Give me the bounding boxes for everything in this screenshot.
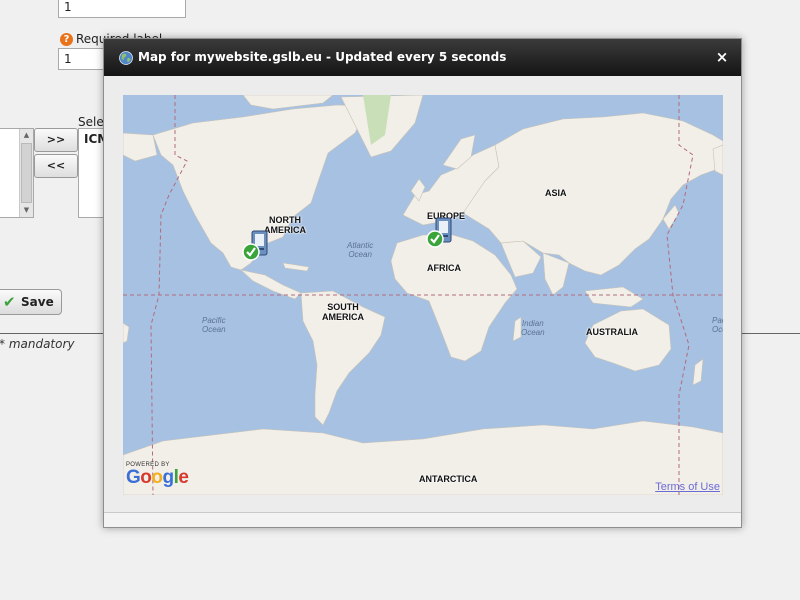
label-australia: AUSTRALIA bbox=[586, 327, 638, 337]
server-status-marker[interactable] bbox=[425, 217, 457, 249]
scroll-thumb[interactable] bbox=[21, 143, 32, 203]
checkmark-icon: ✔ bbox=[3, 293, 16, 311]
label-africa: AFRICA bbox=[427, 263, 461, 273]
label-asia: ASIA bbox=[545, 188, 567, 198]
dialog-footer bbox=[104, 512, 741, 527]
label-pacific-ocean-east: Pacific Ocean bbox=[712, 316, 723, 334]
mandatory-note: * mandatory bbox=[0, 337, 75, 351]
scroll-up-icon[interactable]: ▲ bbox=[20, 129, 33, 142]
close-icon[interactable]: × bbox=[713, 47, 731, 67]
scroll-down-icon[interactable]: ▼ bbox=[20, 204, 33, 217]
label-antarctica: ANTARCTICA bbox=[419, 474, 478, 484]
dialog-titlebar[interactable]: Map for mywebsite.gslb.eu - Updated ever… bbox=[104, 39, 741, 76]
move-left-button[interactable]: << bbox=[34, 154, 78, 178]
available-items-list[interactable]: ▲ ▼ bbox=[0, 128, 34, 218]
terms-of-use-link[interactable]: Terms of Use bbox=[655, 481, 720, 493]
globe-icon bbox=[119, 51, 133, 65]
label-pacific-ocean-west: Pacific Ocean bbox=[202, 316, 226, 334]
list-scrollbar[interactable]: ▲ ▼ bbox=[19, 129, 33, 217]
label-indian-ocean: Indian Ocean bbox=[521, 319, 545, 337]
label-atlantic-ocean: Atlantic Ocean bbox=[347, 241, 374, 259]
save-button[interactable]: ✔ Save bbox=[0, 289, 62, 315]
top-number-field[interactable]: 1 bbox=[58, 0, 186, 18]
help-icon[interactable]: ? bbox=[60, 33, 73, 46]
save-button-label: Save bbox=[21, 295, 54, 309]
world-map[interactable]: NORTH AMERICA SOUTH AMERICA EUROPE AFRIC… bbox=[123, 95, 723, 495]
move-right-button[interactable]: >> bbox=[34, 128, 78, 152]
dialog-title: Map for mywebsite.gslb.eu - Updated ever… bbox=[138, 50, 507, 64]
google-wordmark: Google bbox=[126, 467, 189, 488]
google-logo[interactable]: POWERED BY Google bbox=[126, 462, 189, 488]
label-south-america: SOUTH AMERICA bbox=[322, 302, 364, 322]
map-dialog: Map for mywebsite.gslb.eu - Updated ever… bbox=[103, 38, 742, 528]
map-tiles bbox=[123, 95, 723, 495]
server-status-marker[interactable] bbox=[241, 230, 273, 262]
